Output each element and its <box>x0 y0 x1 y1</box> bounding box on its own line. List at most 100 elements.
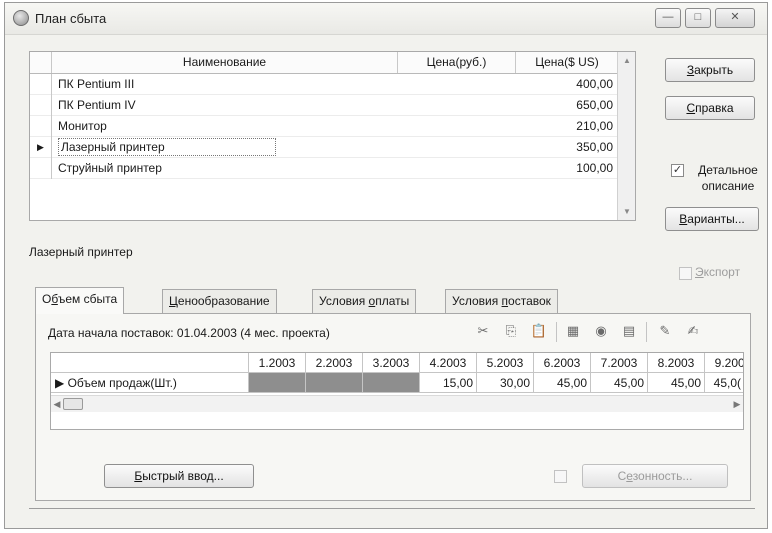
sales-cell[interactable] <box>363 373 420 393</box>
product-name: ПК Pentium III <box>58 77 135 91</box>
table-row[interactable]: ПК Pentium IV 650,00 <box>30 95 617 116</box>
variants-label: арианты... <box>687 212 745 226</box>
sales-plan-window: План сбыта — □ ✕ Наименование Цена(руб.)… <box>4 2 768 529</box>
table-row[interactable]: Монитор 210,00 <box>30 116 617 137</box>
detailed-label-text: етальное <box>706 163 758 177</box>
sales-cell[interactable]: 15,00 <box>420 373 477 393</box>
tab-label-post: енообразование <box>177 294 270 308</box>
seasonality-checkbox[interactable] <box>554 470 567 483</box>
month-header: 5.2003 <box>477 353 534 373</box>
detailed-description-label: Детальное описание <box>689 162 767 194</box>
close-label: акрыть <box>694 63 734 77</box>
product-name: Струйный принтер <box>58 161 162 175</box>
tab-label-pre: Условия <box>452 294 502 308</box>
product-detail-group: Лазерный принтер Объем сбыта Ценообразов… <box>29 237 755 509</box>
product-name: Лазерный принтер <box>58 138 276 156</box>
sales-cell[interactable]: 45,0( <box>705 373 743 393</box>
month-header: 9.2003 <box>705 353 743 373</box>
scrollbar-thumb[interactable] <box>63 398 83 410</box>
toolbar-separator <box>646 322 647 342</box>
sales-cell[interactable]: 45,00 <box>648 373 705 393</box>
table-row[interactable]: ПК Pentium III 400,00 <box>30 74 617 95</box>
sales-cell[interactable] <box>306 373 363 393</box>
products-vertical-scrollbar[interactable]: ▲ ▼ <box>617 52 635 220</box>
product-name: ПК Pentium IV <box>58 98 136 112</box>
paste-icon[interactable]: 📋 <box>530 322 548 340</box>
help-label-mnemonic: С <box>686 101 696 115</box>
column-header-name[interactable]: Наименование <box>52 52 398 73</box>
quick-input-label: ыстрый ввод... <box>142 469 224 483</box>
month-header: 2.2003 <box>306 353 363 373</box>
chart-icon[interactable]: ◉ <box>592 322 610 340</box>
month-header: 1.2003 <box>249 353 306 373</box>
seasonality-label-pre: С <box>617 469 627 483</box>
table-row-selected[interactable]: ▶ Лазерный принтер 350,00 <box>30 137 617 158</box>
title-bar[interactable]: План сбыта — □ ✕ <box>5 3 767 35</box>
close-button[interactable]: Закрыть <box>665 58 755 82</box>
variants-button[interactable]: Варианты... <box>665 207 759 231</box>
delivery-start-date: Дата начала поставок: 01.04.2003 (4 мес.… <box>48 326 330 340</box>
maximize-button[interactable]: □ <box>685 8 711 28</box>
month-header: 7.2003 <box>591 353 648 373</box>
table-row[interactable]: Струйный принтер 100,00 <box>30 158 617 179</box>
month-header: 8.2003 <box>648 353 705 373</box>
column-header-price-rub[interactable]: Цена(руб.) <box>398 52 516 73</box>
tab-pricing[interactable]: Ценообразование <box>162 289 277 313</box>
detail-group-title: Лазерный принтер <box>29 245 133 259</box>
quick-input-button[interactable]: Быстрый ввод... <box>104 464 254 488</box>
scroll-right-icon[interactable]: ▶ <box>731 396 743 413</box>
detailed-label-line2: описание <box>701 179 755 193</box>
scroll-up-icon[interactable]: ▲ <box>618 56 636 65</box>
month-header: 3.2003 <box>363 353 420 373</box>
products-grid-header: Наименование Цена(руб.) Цена($ US) <box>30 52 619 74</box>
grid-corner-cell <box>51 353 249 373</box>
sales-cell[interactable] <box>249 373 306 393</box>
column-header-price-usd[interactable]: Цена($ US) <box>516 52 619 73</box>
sales-cell[interactable]: 45,00 <box>591 373 648 393</box>
tab-label-post: платы <box>375 294 410 308</box>
month-header: 6.2003 <box>534 353 591 373</box>
calendar-icon[interactable]: ▦ <box>564 322 582 340</box>
seasonality-label: зонность... <box>632 469 693 483</box>
tab-label-post: ъем сбыта <box>57 292 118 306</box>
scissors-icon[interactable]: ✂ <box>474 322 492 340</box>
toolbar-separator <box>556 322 557 342</box>
tab-sales-volume[interactable]: Объем сбыта <box>35 287 125 314</box>
quick-input-mnemonic: Б <box>134 469 143 483</box>
tab-label-mnemonic: Ц <box>169 294 178 308</box>
row-indicator <box>30 116 52 137</box>
edit-icon[interactable]: ✍ <box>684 322 702 340</box>
copy-icon[interactable]: ⎘ <box>502 322 520 340</box>
product-price-usd: 650,00 <box>576 98 613 112</box>
product-price-usd: 400,00 <box>576 77 613 91</box>
sales-cell[interactable]: 45,00 <box>534 373 591 393</box>
scroll-left-icon[interactable]: ◀ <box>51 396 63 413</box>
product-name: Монитор <box>58 119 107 133</box>
tab-payment-terms[interactable]: Условия оплаты <box>312 289 417 313</box>
row-indicator <box>30 95 52 116</box>
close-window-button[interactable]: ✕ <box>715 8 755 28</box>
table-icon[interactable]: ▤ <box>620 322 638 340</box>
products-grid[interactable]: Наименование Цена(руб.) Цена($ US) ПК Pe… <box>29 51 636 221</box>
window-title: План сбыта <box>35 11 107 26</box>
help-label: правка <box>695 101 734 115</box>
product-price-usd: 100,00 <box>576 161 613 175</box>
help-button[interactable]: Справка <box>665 96 755 120</box>
month-header: 4.2003 <box>420 353 477 373</box>
row-indicator <box>30 74 52 95</box>
monthly-sales-grid[interactable]: 1.2003 2.2003 3.2003 4.2003 5.2003 6.200… <box>50 352 744 430</box>
header-indicator-cell <box>30 52 52 73</box>
seasonality-button[interactable]: Сезонность... <box>582 464 728 488</box>
row-indicator <box>30 158 52 179</box>
app-icon <box>13 10 29 26</box>
pencil-icon[interactable]: ✎ <box>656 322 674 340</box>
detailed-description-checkbox[interactable]: ✓ <box>671 164 684 177</box>
current-row-pointer-icon: ▶ <box>30 137 52 158</box>
tab-label-pre: Условия <box>319 294 369 308</box>
sales-cell[interactable]: 30,00 <box>477 373 534 393</box>
row-label-sales-volume: ▶ Объем продаж(Шт.) <box>51 373 249 393</box>
grid-horizontal-scrollbar[interactable]: ◀ ▶ <box>51 395 743 412</box>
minimize-button[interactable]: — <box>655 8 681 28</box>
scroll-down-icon[interactable]: ▼ <box>618 207 636 216</box>
tab-delivery-terms[interactable]: Условия поставок <box>445 289 558 313</box>
